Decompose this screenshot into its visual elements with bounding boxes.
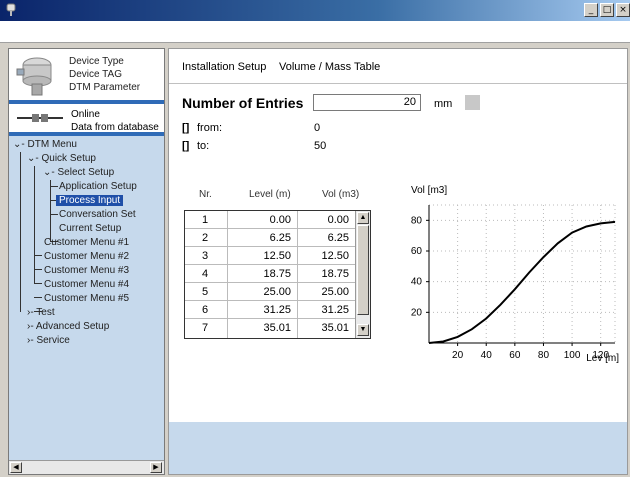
close-button[interactable]: ×: [616, 3, 630, 17]
device-tag-label: Device TAG: [69, 69, 122, 80]
table-row[interactable]: 1 0.00 0.00: [185, 211, 355, 229]
tree-item-customer-menu-2[interactable]: Customer Menu #2: [44, 251, 129, 262]
connection-status: Online Data from database: [9, 104, 164, 136]
toolbar-strip: [0, 21, 630, 43]
tree-item-customer-menu-3[interactable]: Customer Menu #3: [44, 265, 129, 276]
dtm-parameter-label: DTM Parameter: [69, 82, 141, 93]
navigation-pane: Device Type Device TAG DTM Parameter Onl…: [8, 48, 165, 475]
tree-item-customer-menu-5[interactable]: Customer Menu #5: [44, 293, 129, 304]
tree-item-service[interactable]: ›- Service: [27, 335, 70, 346]
scroll-up-icon[interactable]: ▲: [357, 212, 369, 224]
content-header: Installation Setup Volume / Mass Table: [169, 49, 627, 84]
data-source-text: Data from database: [71, 122, 159, 133]
column-header-level: Level (m): [249, 189, 291, 200]
column-header-nr: Nr.: [199, 189, 212, 200]
chart-x-tick-label: 60: [509, 350, 521, 361]
connection-plug-icon: [17, 114, 63, 122]
to-label: to:: [197, 140, 210, 152]
scroll-left-icon[interactable]: ◀: [10, 462, 22, 473]
chart-x-tick-label: 20: [452, 350, 464, 361]
table-row[interactable]: 7 35.01 35.01: [185, 319, 355, 337]
device-image-icon: [16, 57, 52, 96]
entries-unit: mm: [434, 98, 453, 110]
tree-item-customer-menu-4[interactable]: Customer Menu #4: [44, 279, 129, 290]
device-info: Device Type Device TAG DTM Parameter: [9, 49, 164, 104]
from-value: 0: [314, 122, 321, 134]
tree-item-process-input[interactable]: Process Input: [56, 195, 124, 206]
menu-tree: ⌄- DTM Menu ⌄- Quick Setup ⌄- Select Set…: [9, 136, 164, 466]
column-header-vol: Vol (m3): [322, 189, 360, 200]
volume-table: 1 0.00 0.00 2 6.25 6.25 3 12.50 12.50 4 18.75 18…: [184, 210, 371, 339]
online-status-text: Online: [71, 109, 100, 120]
entries-input[interactable]: 20: [313, 94, 421, 111]
chart-y-tick-label: 20: [411, 307, 423, 318]
unit-indicator: [465, 95, 480, 110]
to-value: 50: [314, 140, 327, 152]
table-vertical-scrollbar[interactable]: ▲ ▼: [355, 211, 370, 338]
table-row[interactable]: 5 25.00 25.00: [185, 283, 355, 301]
table-row[interactable]: 6 31.25 31.25: [185, 301, 355, 319]
tree-item-application-setup[interactable]: Application Setup: [59, 181, 137, 192]
minimize-button[interactable]: _: [584, 3, 598, 17]
content-pane: Installation Setup Volume / Mass Table N…: [168, 48, 628, 475]
subsection-title: Volume / Mass Table: [279, 61, 381, 73]
tree-item-test[interactable]: ›- Test: [27, 307, 55, 318]
tree-item-current-setup[interactable]: Current Setup: [59, 223, 121, 234]
from-label: from:: [197, 122, 223, 134]
chart-x-tick-label: 80: [538, 350, 550, 361]
table-row[interactable]: 2 6.25 6.25: [185, 229, 355, 247]
tree-item-conversation-set[interactable]: Conversation Set: [59, 209, 136, 220]
scroll-right-icon[interactable]: ▶: [150, 462, 162, 473]
volume-chart: Vol [m3] Lev [m] 20 40 60 80 100 12020406080: [411, 185, 619, 364]
device-type-label: Device Type: [69, 56, 124, 67]
bottom-panel: [169, 422, 627, 474]
section-title: Installation Setup: [182, 61, 267, 73]
scroll-thumb[interactable]: [357, 225, 369, 315]
scroll-down-icon[interactable]: ▼: [357, 324, 369, 336]
to-bracket-icon: []: [182, 140, 190, 152]
tree-item-quick-setup[interactable]: ⌄- Quick Setup: [27, 153, 96, 164]
chart-series-line: [428, 220, 616, 344]
chart-y-tick-label: 60: [411, 246, 423, 257]
from-bracket-icon: []: [182, 122, 190, 134]
tree-item-customer-menu-1[interactable]: Customer Menu #1: [44, 237, 129, 248]
entries-label: Number of Entries: [182, 95, 304, 111]
title-bar: _ □ ×: [0, 0, 630, 21]
chart-x-tick-label: 40: [481, 350, 493, 361]
table-row[interactable]: 4 18.75 18.75: [185, 265, 355, 283]
table-row[interactable]: 3 12.50 12.50: [185, 247, 355, 265]
app-icon: [6, 3, 16, 16]
chart-y-tick-label: 80: [411, 215, 423, 226]
chart-y-axis-label: Vol [m3]: [411, 185, 447, 196]
chart-x-tick-label: 120: [592, 350, 609, 361]
chart-y-tick-label: 40: [411, 277, 423, 288]
tree-item-advanced-setup[interactable]: ›- Advanced Setup: [27, 321, 109, 332]
maximize-button[interactable]: □: [600, 3, 614, 17]
chart-x-tick-label: 100: [564, 350, 581, 361]
tree-item-dtm-menu[interactable]: ⌄- DTM Menu: [13, 139, 77, 150]
tree-horizontal-scrollbar[interactable]: ◀ ▶: [9, 460, 164, 474]
tree-item-select-setup[interactable]: ⌄- Select Setup: [43, 167, 114, 178]
